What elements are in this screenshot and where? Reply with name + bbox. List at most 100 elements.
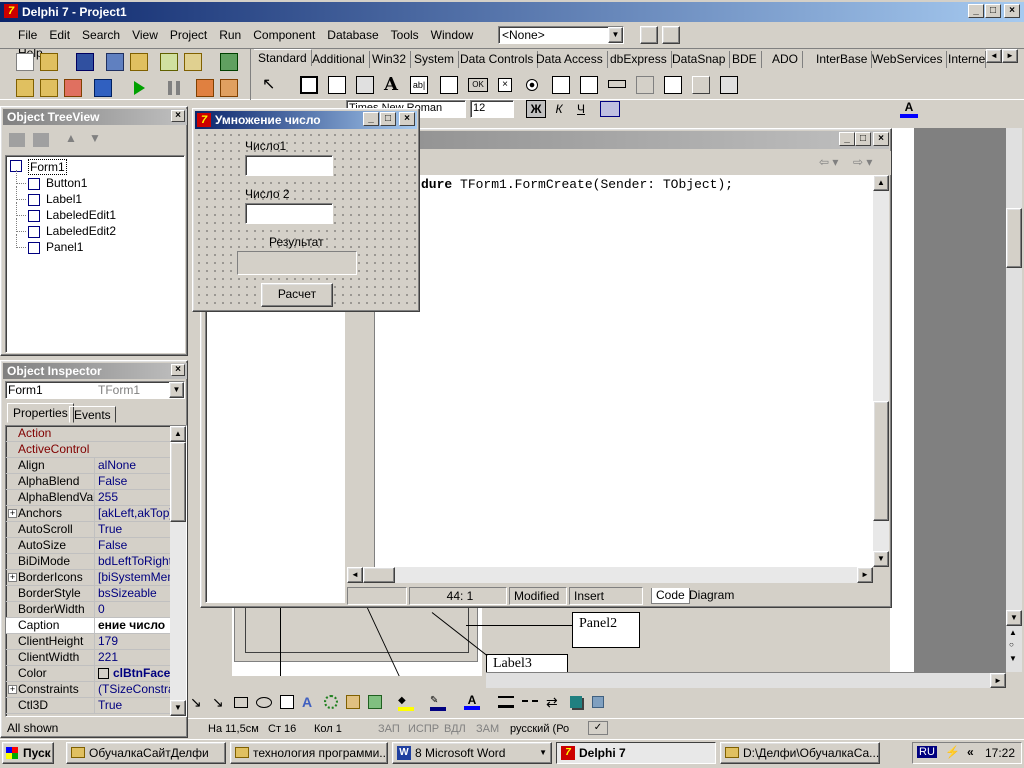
palette-tab-data-access[interactable]: Data Access [532, 51, 608, 68]
combobox-component-icon[interactable] [580, 76, 598, 94]
editor-vscrollbar[interactable]: ▲ ▼ [873, 175, 889, 567]
clipart-tool-icon[interactable] [346, 695, 360, 709]
actionlist-component-icon[interactable] [720, 76, 738, 94]
property-row[interactable]: + Anchors [akLeft,akTop] [6, 506, 172, 522]
mainmenu-component-icon[interactable] [328, 76, 346, 94]
pointer-icon[interactable]: ↖ [262, 75, 282, 95]
fill-color-icon[interactable]: ◆ [398, 695, 414, 711]
new-form-icon[interactable] [94, 79, 112, 97]
form-maximize-button[interactable]: □ [380, 112, 396, 126]
palette-tab-dbexpress[interactable]: dbExpress [606, 51, 672, 68]
label-component-icon[interactable]: A [384, 74, 398, 95]
view-unit-icon[interactable] [16, 79, 34, 97]
tray-icon[interactable]: ⚡ [945, 745, 960, 759]
tab-events[interactable]: Events [69, 406, 116, 423]
inspector-close-button[interactable]: × [171, 364, 185, 376]
property-row[interactable]: +BorderIcons [biSystemMenu, [6, 570, 172, 586]
start-button[interactable]: Пуск [2, 742, 54, 764]
property-value[interactable]: (TSizeConstrain [94, 682, 172, 697]
diagram-tool-icon[interactable] [324, 695, 338, 709]
inspector-vscrollbar[interactable]: ▲ ▼ [170, 426, 186, 716]
menu-edit[interactable]: Edit [43, 26, 76, 44]
checkbox-component-icon[interactable]: × [498, 78, 512, 92]
property-value[interactable]: [biSystemMenu, [94, 570, 172, 585]
labelededit2-input[interactable] [245, 203, 333, 224]
arrow-tool-icon[interactable]: ↘ [190, 694, 202, 711]
taskbar-btn-tehnologiya[interactable]: технология программи... [230, 742, 388, 764]
form-close-button[interactable]: × [399, 112, 415, 126]
property-row[interactable]: ActiveControl [6, 442, 172, 458]
property-value[interactable]: True [94, 522, 172, 537]
property-value[interactable]: alNone [94, 458, 172, 473]
wordart-tool-icon[interactable]: A [302, 694, 312, 710]
tree-item-labelededit2[interactable]: LabeledEdit2 [46, 224, 116, 238]
3d-style-icon[interactable] [592, 696, 604, 708]
open-icon[interactable] [40, 53, 58, 71]
property-value[interactable]: bsSizeable [94, 586, 172, 601]
menu-window[interactable]: Window [425, 26, 480, 44]
tree-item-panel1[interactable]: Panel1 [46, 240, 83, 254]
palette-tab-bde[interactable]: BDE [728, 51, 762, 68]
property-value[interactable]: [akLeft,akTop] [94, 506, 172, 521]
form-minimize-button[interactable]: _ [363, 112, 379, 126]
picture-tool-icon[interactable] [368, 695, 382, 709]
property-row[interactable]: ClientWidth 221 [6, 650, 172, 666]
lang-indicator[interactable]: RU [917, 746, 937, 758]
palette-tab-win32[interactable]: Win32 [368, 51, 412, 68]
bold-button[interactable]: Ж [526, 100, 546, 118]
menu-run[interactable]: Run [213, 26, 247, 44]
taskbar-btn-explorer[interactable]: D:\Делфи\ОбучалкаСа... [720, 742, 880, 764]
line-color-icon[interactable]: ✎ [430, 695, 446, 711]
move-down-icon[interactable]: ▼ [89, 131, 101, 145]
property-value[interactable]: False [94, 474, 172, 489]
editor-scroll-down[interactable]: ▼ [873, 551, 889, 567]
palette-tab-system[interactable]: System [410, 51, 460, 68]
property-value[interactable]: 0 [94, 602, 172, 617]
editor-minimize-button[interactable]: _ [839, 132, 855, 146]
set-debug-desktop-button[interactable] [662, 26, 680, 44]
palette-tab-interbase[interactable]: InterBase [812, 51, 873, 68]
palette-tab-standard[interactable]: Standard [254, 49, 312, 66]
menu-file[interactable]: File [12, 26, 43, 44]
taskbar-btn-delphi[interactable]: 7 Delphi 7 [556, 742, 716, 764]
taskbar-btn-word[interactable]: W 8 Microsoft Word ▼ [392, 742, 552, 764]
editor-close-button[interactable]: × [873, 132, 889, 146]
palette-tab-internete[interactable]: InternetE [944, 51, 986, 68]
rectangle-tool-icon[interactable] [234, 697, 248, 708]
help-icon[interactable] [220, 53, 238, 71]
textbox-tool-icon[interactable] [280, 695, 294, 709]
labelededit1-input[interactable] [245, 155, 333, 176]
next-page-icon[interactable]: ▼ [1009, 654, 1017, 663]
tree-item-label1[interactable]: Label1 [46, 192, 82, 206]
pause-icon[interactable] [168, 81, 180, 95]
line-tool-icon[interactable]: ↘ [212, 694, 224, 711]
word-vscrollbar[interactable] [1006, 128, 1022, 672]
new-item-icon[interactable] [9, 133, 25, 147]
save-all-icon[interactable] [106, 53, 124, 71]
arrow-style-icon[interactable]: ⇄ [546, 694, 558, 711]
tab-diagram[interactable]: Diagram [685, 588, 738, 604]
property-value[interactable]: clBtnFace [94, 666, 172, 681]
property-row[interactable]: +Constraints (TSizeConstrain [6, 682, 172, 698]
prev-page-icon[interactable]: ▲ [1009, 628, 1017, 637]
property-row[interactable]: Color clBtnFace [6, 666, 172, 682]
shadow-style-icon[interactable] [570, 696, 582, 708]
browse-object-icon[interactable]: ○ [1009, 640, 1014, 649]
palette-scroll-right[interactable]: ► [1002, 49, 1018, 63]
palette-tab-webservices[interactable]: WebServices [868, 51, 948, 68]
trace-into-icon[interactable] [196, 79, 214, 97]
tab-code[interactable]: Code [651, 588, 690, 604]
align-left-button[interactable] [600, 101, 620, 117]
chevron-down-icon[interactable]: ▼ [169, 382, 184, 398]
word-scroll-thumb[interactable] [1006, 208, 1022, 268]
groupbox-component-icon[interactable] [636, 76, 654, 94]
property-row[interactable]: BorderStyle bsSizeable [6, 586, 172, 602]
close-button[interactable]: × [1004, 4, 1020, 18]
word-status-rec[interactable]: ЗАП [378, 722, 400, 736]
editor-hscrollbar[interactable]: ◄ ► [347, 567, 873, 583]
property-row[interactable]: BorderWidth 0 [6, 602, 172, 618]
editor-scroll-thumb[interactable] [873, 401, 889, 521]
expand-icon[interactable]: + [8, 573, 17, 582]
radiogroup-component-icon[interactable] [664, 76, 682, 94]
property-row[interactable]: ClientHeight 179 [6, 634, 172, 650]
